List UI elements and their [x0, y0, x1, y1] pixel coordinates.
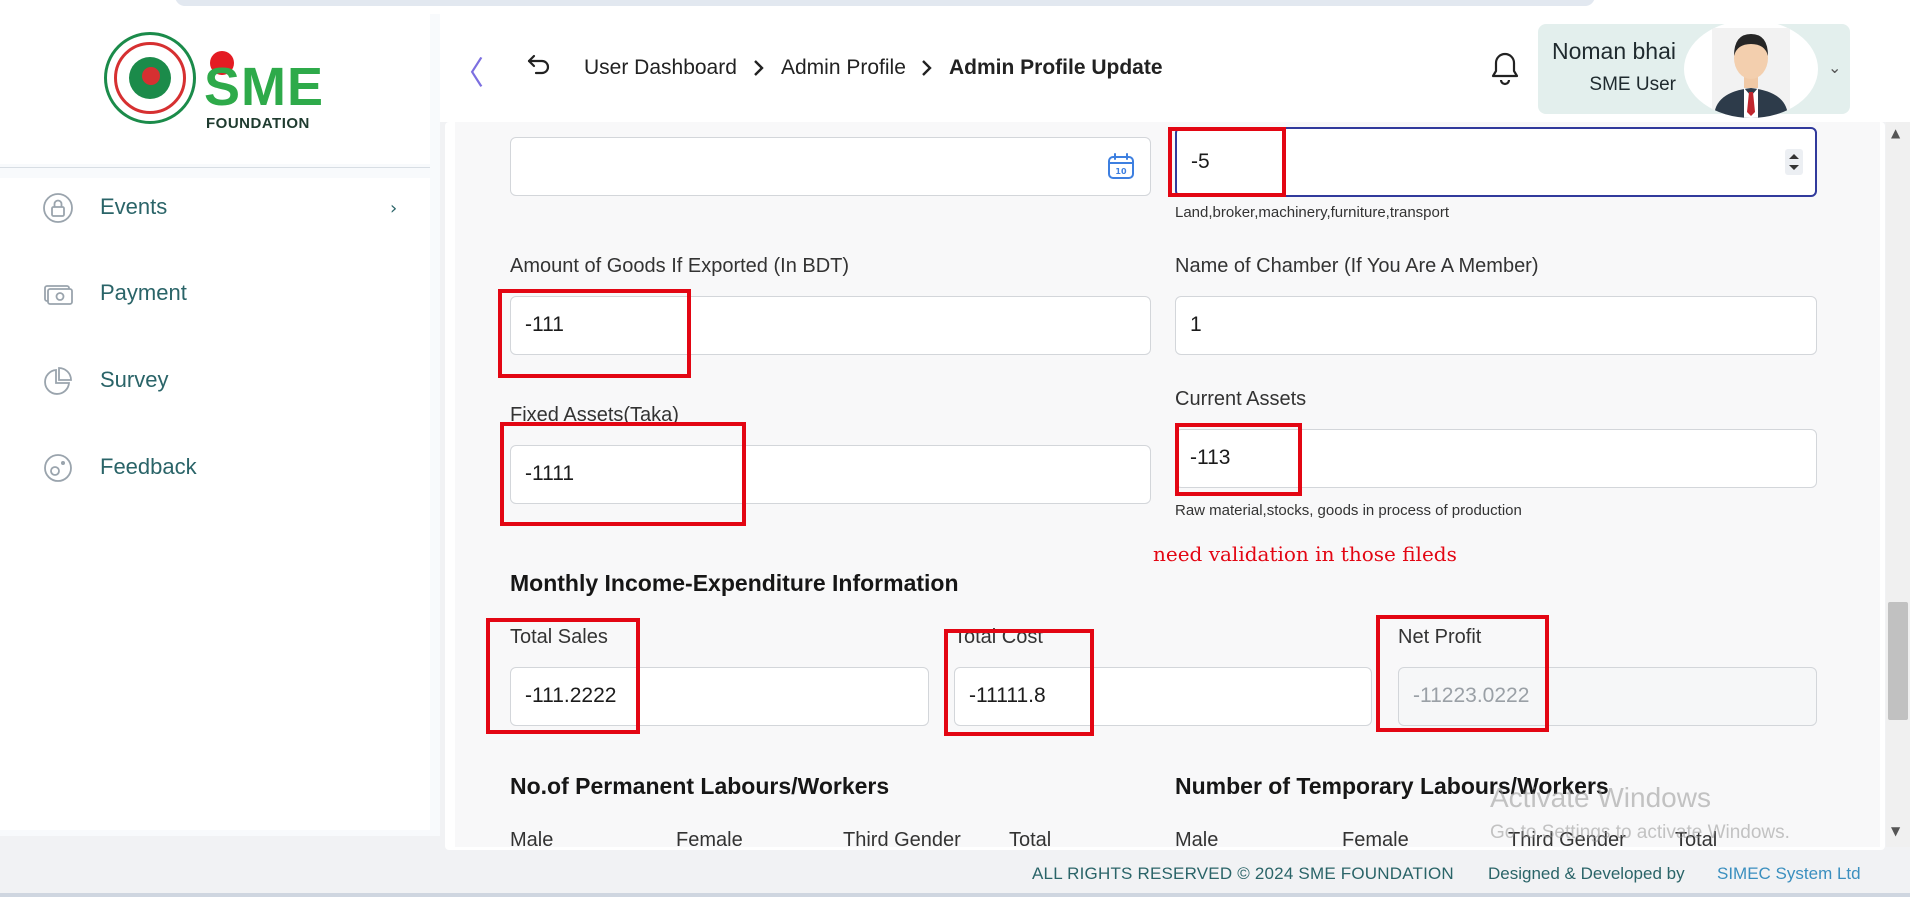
number-input-hint: Land,broker,machinery,furniture,transpor… [1175, 204, 1450, 221]
user-avatar-icon [1712, 28, 1790, 118]
back-arrow-icon[interactable] [525, 50, 553, 78]
current-assets-label: Current Assets [1175, 388, 1307, 410]
annotation-box [1175, 423, 1302, 496]
page-scrollbar[interactable]: ▲ ▼ [1886, 122, 1910, 847]
sidebar-item-survey[interactable]: Survey [0, 351, 430, 411]
number-spinner-icon[interactable] [1785, 149, 1803, 175]
calendar-icon[interactable]: 10 [1106, 151, 1136, 181]
chamber-label: Name of Chamber (If You Are A Member) [1175, 255, 1539, 277]
sidebar-item-payment[interactable]: Payment [0, 264, 430, 324]
collapse-sidebar-icon[interactable]: 〈 [452, 48, 484, 94]
chevron-right-icon: › [390, 198, 398, 219]
breadcrumb-current-page: Admin Profile Update [949, 56, 1163, 79]
chevron-down-icon[interactable]: ⌄ [1828, 58, 1841, 77]
sme-logo-word: SME [204, 57, 325, 117]
form-scroll-area: 10 -5 Land,broker,machinery,furniture,tr… [455, 122, 1880, 847]
exported-amount-label: Amount of Goods If Exported (In BDT) [510, 255, 850, 277]
footer-copyright: ALL RIGHTS RESERVED © 2024 SME FOUNDATIO… [1032, 864, 1454, 883]
annotation-box [498, 289, 691, 378]
permanent-female-header: Female [676, 829, 743, 847]
windows-activation-subtitle: Go to Settings to activate Windows. [1490, 822, 1790, 843]
scrollbar-thumb[interactable] [1888, 602, 1908, 720]
feedback-icon [44, 454, 72, 482]
annotation-box [1376, 615, 1549, 732]
temporary-female-header: Female [1342, 829, 1409, 847]
notification-bell-icon[interactable] [1490, 50, 1520, 86]
government-emblem-logo [104, 32, 196, 124]
permanent-male-header: Male [510, 829, 554, 847]
sidebar-item-label: Payment [100, 280, 187, 305]
lock-icon [43, 193, 73, 223]
sidebar-nav: Events › Payment Survey Feedback [0, 178, 430, 830]
app-window: SME FOUNDATION Events › Payment Survey F… [0, 0, 1910, 897]
chamber-value: 1 [1190, 313, 1202, 336]
breadcrumb-user-dashboard[interactable]: User Dashboard [584, 56, 737, 80]
sidebar-item-label: Survey [100, 367, 169, 392]
sidebar-item-label: Events [100, 194, 168, 219]
logo-divider [0, 167, 430, 168]
tab-strip [175, 0, 1595, 6]
windows-activation-title: Activate Windows [1490, 782, 1711, 813]
annotation-box [1168, 127, 1286, 197]
scroll-up-icon[interactable]: ▲ [1891, 126, 1900, 140]
avatar[interactable] [1684, 20, 1818, 118]
permanent-total-header: Total [1009, 829, 1052, 847]
permanent-third-gender-header: Third Gender [843, 829, 961, 847]
footer-developer-link[interactable]: SIMEC System Ltd [1717, 864, 1861, 884]
breadcrumb-chevron-icon [922, 60, 932, 76]
pie-chart-icon [44, 367, 72, 395]
sidebar-item-label: Feedback [100, 454, 197, 479]
bottom-edge [0, 893, 1910, 897]
date-input[interactable]: 10 [510, 137, 1151, 196]
svg-text:10: 10 [1115, 167, 1127, 176]
annotation-box [500, 422, 746, 526]
permanent-workers-title: No.of Permanent Labours/Workers [510, 773, 890, 799]
monthly-section-title: Monthly Income-Expenditure Information [510, 570, 959, 596]
annotation-note: need validation in those fileds [1153, 542, 1457, 566]
breadcrumb-chevron-icon [754, 60, 764, 76]
browser-top-strip [0, 0, 1910, 14]
breadcrumb-admin-profile[interactable]: Admin Profile [781, 56, 906, 80]
annotation-box [944, 629, 1094, 736]
scroll-down-icon[interactable]: ▼ [1891, 824, 1900, 838]
current-assets-hint: Raw material,stocks, goods in process of… [1175, 502, 1522, 519]
sidebar-item-events[interactable]: Events › [0, 178, 430, 238]
annotation-box [486, 618, 640, 734]
footer: ALL RIGHTS RESERVED © 2024 SME FOUNDATIO… [440, 850, 1910, 897]
sidebar-item-feedback[interactable]: Feedback [0, 438, 430, 498]
sme-logo-subtitle: FOUNDATION [206, 115, 310, 132]
emblem-sun [142, 67, 160, 85]
user-name: Noman bhai [1551, 38, 1676, 64]
user-role: SME User [1589, 74, 1676, 95]
temporary-male-header: Male [1175, 829, 1219, 847]
chamber-input[interactable]: 1 [1175, 296, 1817, 355]
banknote-icon [44, 285, 73, 305]
footer-designed-by: Designed & Developed by [1488, 864, 1685, 883]
